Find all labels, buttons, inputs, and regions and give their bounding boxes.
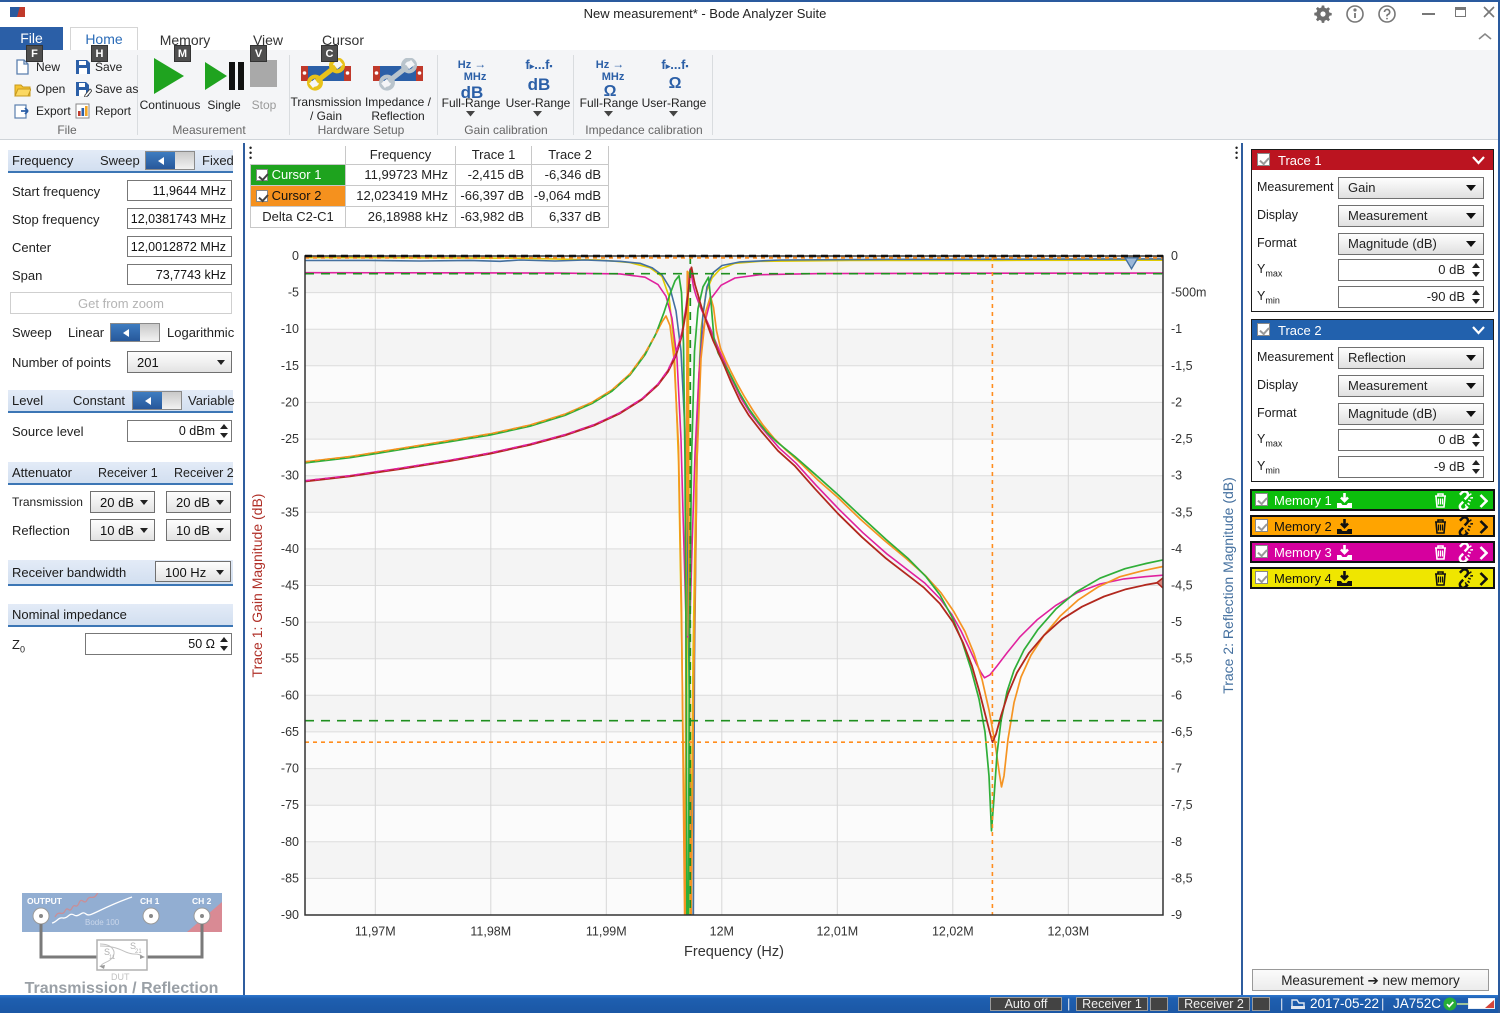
svg-text:-3: -3 — [1171, 469, 1182, 483]
svg-text:-4,5: -4,5 — [1171, 579, 1193, 593]
svg-text:-80: -80 — [281, 835, 299, 849]
svg-text:CH 2: CH 2 — [192, 896, 212, 906]
svg-text:-45: -45 — [281, 579, 299, 593]
svg-text:OUTPUT: OUTPUT — [27, 896, 63, 906]
svg-text:-3,5: -3,5 — [1171, 505, 1193, 519]
svg-text:11,98M: 11,98M — [470, 925, 511, 939]
svg-text:0: 0 — [1171, 249, 1178, 263]
svg-text:-15: -15 — [281, 359, 299, 373]
svg-text:-40: -40 — [281, 542, 299, 556]
svg-text:0: 0 — [292, 249, 299, 263]
svg-text:Trace 2: Reflection Magnitude: Trace 2: Reflection Magnitude (dB) — [1220, 477, 1236, 694]
svg-text:-5: -5 — [288, 286, 299, 300]
svg-text:-9: -9 — [1171, 908, 1182, 922]
svg-text:-1: -1 — [1171, 322, 1182, 336]
svg-text:21: 21 — [135, 949, 142, 955]
svg-text:-8: -8 — [1171, 835, 1182, 849]
svg-text:-1,5: -1,5 — [1171, 359, 1193, 373]
svg-text:-500m: -500m — [1171, 286, 1206, 300]
svg-text:Bode 100: Bode 100 — [85, 918, 120, 927]
svg-text:Trace 1: Gain Magnitude (dB): Trace 1: Gain Magnitude (dB) — [249, 494, 265, 678]
svg-text:12,03M: 12,03M — [1047, 925, 1089, 939]
svg-text:-2: -2 — [1171, 395, 1182, 409]
svg-text:-70: -70 — [281, 762, 299, 776]
svg-text:CH 1: CH 1 — [140, 896, 160, 906]
svg-text:-75: -75 — [281, 798, 299, 812]
svg-text:-35: -35 — [281, 505, 299, 519]
svg-text:-2,5: -2,5 — [1171, 432, 1193, 446]
svg-text:-7,5: -7,5 — [1171, 798, 1193, 812]
svg-text:-6,5: -6,5 — [1171, 725, 1193, 739]
svg-text:12M: 12M — [710, 925, 734, 939]
svg-text:-65: -65 — [281, 725, 299, 739]
svg-text:11: 11 — [109, 955, 116, 961]
svg-text:-10: -10 — [281, 322, 299, 336]
svg-text:-30: -30 — [281, 469, 299, 483]
svg-text:-8,5: -8,5 — [1171, 871, 1193, 885]
svg-text:-85: -85 — [281, 871, 299, 885]
svg-text:-7: -7 — [1171, 762, 1182, 776]
svg-text:-90: -90 — [281, 908, 299, 922]
svg-text:-6: -6 — [1171, 688, 1182, 702]
svg-text:-60: -60 — [281, 688, 299, 702]
svg-text:12,01M: 12,01M — [816, 925, 858, 939]
svg-text:-4: -4 — [1171, 542, 1182, 556]
svg-text:12,02M: 12,02M — [932, 925, 974, 939]
svg-text:-20: -20 — [281, 395, 299, 409]
svg-text:-5,5: -5,5 — [1171, 652, 1193, 666]
svg-text:Frequency (Hz): Frequency (Hz) — [684, 944, 784, 960]
svg-text:-50: -50 — [281, 615, 299, 629]
svg-text:-55: -55 — [281, 652, 299, 666]
svg-text:11,97M: 11,97M — [355, 925, 396, 939]
svg-text:-25: -25 — [281, 432, 299, 446]
svg-text:11,99M: 11,99M — [586, 925, 627, 939]
svg-text:-5: -5 — [1171, 615, 1182, 629]
